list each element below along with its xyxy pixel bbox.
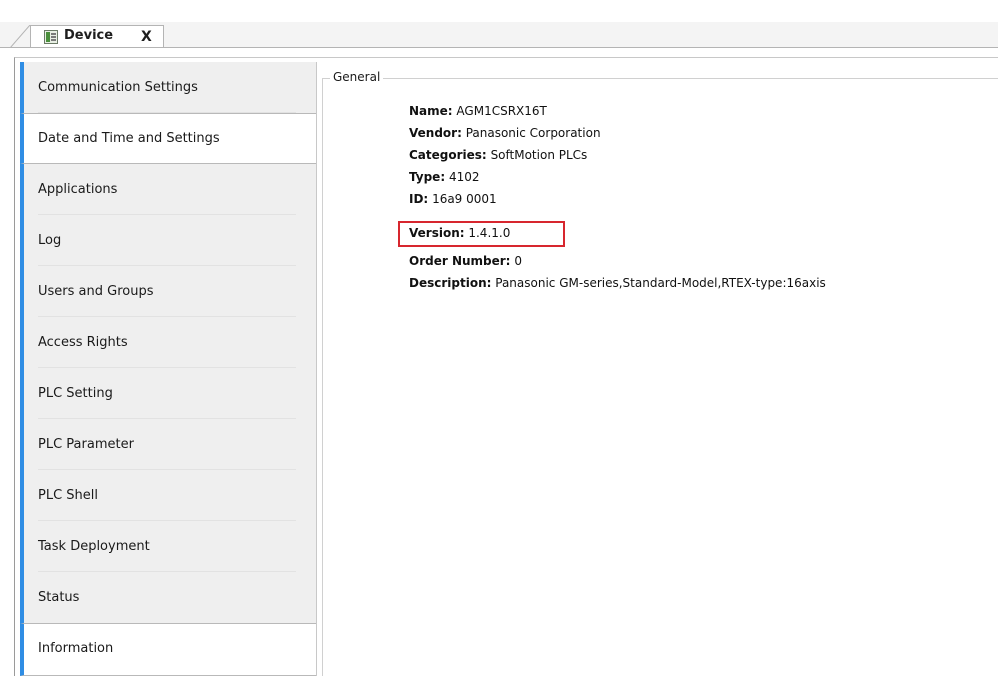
info-categories: Categories: SoftMotion PLCs [409,148,587,163]
field-value: Panasonic GM-series,Standard-Model,RTEX-… [495,276,826,290]
sidebar-item-log[interactable]: Log [20,215,316,266]
sidebar-item-plc-parameter[interactable]: PLC Parameter [20,419,316,470]
info-id: ID: 16a9 0001 [409,192,497,207]
sidebar-item-label: Log [38,233,62,248]
field-label: Type: [409,170,446,184]
field-label: ID: [409,192,429,206]
info-type: Type: 4102 [409,170,480,185]
general-group-label: General [330,70,384,85]
sidebar-item-communication-settings[interactable]: Communication Settings [20,62,316,113]
field-label: Name: [409,104,453,118]
sidebar-item-date-and-time-settings[interactable]: Date and Time and Settings [20,113,316,164]
field-value: 16a9 0001 [432,192,497,206]
group-border-left [322,78,323,676]
group-border-top [322,78,998,79]
device-icon [44,30,58,44]
field-value: SoftMotion PLCs [490,148,588,162]
sidebar-item-label: PLC Shell [38,488,99,503]
field-label: Order Number: [409,254,511,268]
field-value: 0 [514,254,522,268]
info-vendor: Vendor: Panasonic Corporation [409,126,601,141]
sidebar-item-label: PLC Setting [38,386,113,401]
info-order-number: Order Number: 0 [409,254,522,269]
tab-title[interactable]: Device [64,27,113,45]
sidebar-item-label: Date and Time and Settings [38,131,220,146]
sidebar-item-label: Status [38,590,80,605]
sidebar-item-label: Users and Groups [38,284,154,299]
sidebar-item-plc-shell[interactable]: PLC Shell [20,470,316,521]
info-description: Description: Panasonic GM-series,Standar… [409,276,826,291]
sidebar-item-label: Applications [38,182,118,197]
field-label: Description: [409,276,492,290]
version-highlight-box [398,221,565,247]
field-label: Categories: [409,148,487,162]
sidebar-item-status[interactable]: Status [20,572,316,623]
tab-strip-divider [0,47,998,48]
field-value: Panasonic Corporation [465,126,601,140]
sidebar-item-applications[interactable]: Applications [20,164,316,215]
info-name: Name: AGM1CSRX16T [409,104,547,119]
sidebar-item-users-and-groups[interactable]: Users and Groups [20,266,316,317]
tab-close-icon[interactable]: X [141,28,152,46]
field-value: AGM1CSRX16T [456,104,547,118]
sidebar-item-access-rights[interactable]: Access Rights [20,317,316,368]
sidebar-item-label: Access Rights [38,335,128,350]
sidebar-item-plc-setting[interactable]: PLC Setting [20,368,316,419]
field-label: Vendor: [409,126,462,140]
device-sidebar: Communication Settings Date and Time and… [20,62,317,676]
sidebar-item-task-deployment[interactable]: Task Deployment [20,521,316,572]
sidebar-item-label: Task Deployment [38,539,150,554]
sidebar-item-information[interactable]: Information [20,623,316,676]
sidebar-item-label: Communication Settings [38,80,198,95]
field-value: 4102 [448,170,480,184]
sidebar-item-label: PLC Parameter [38,437,134,452]
sidebar-item-label: Information [38,641,114,656]
tab-edge [10,25,31,48]
